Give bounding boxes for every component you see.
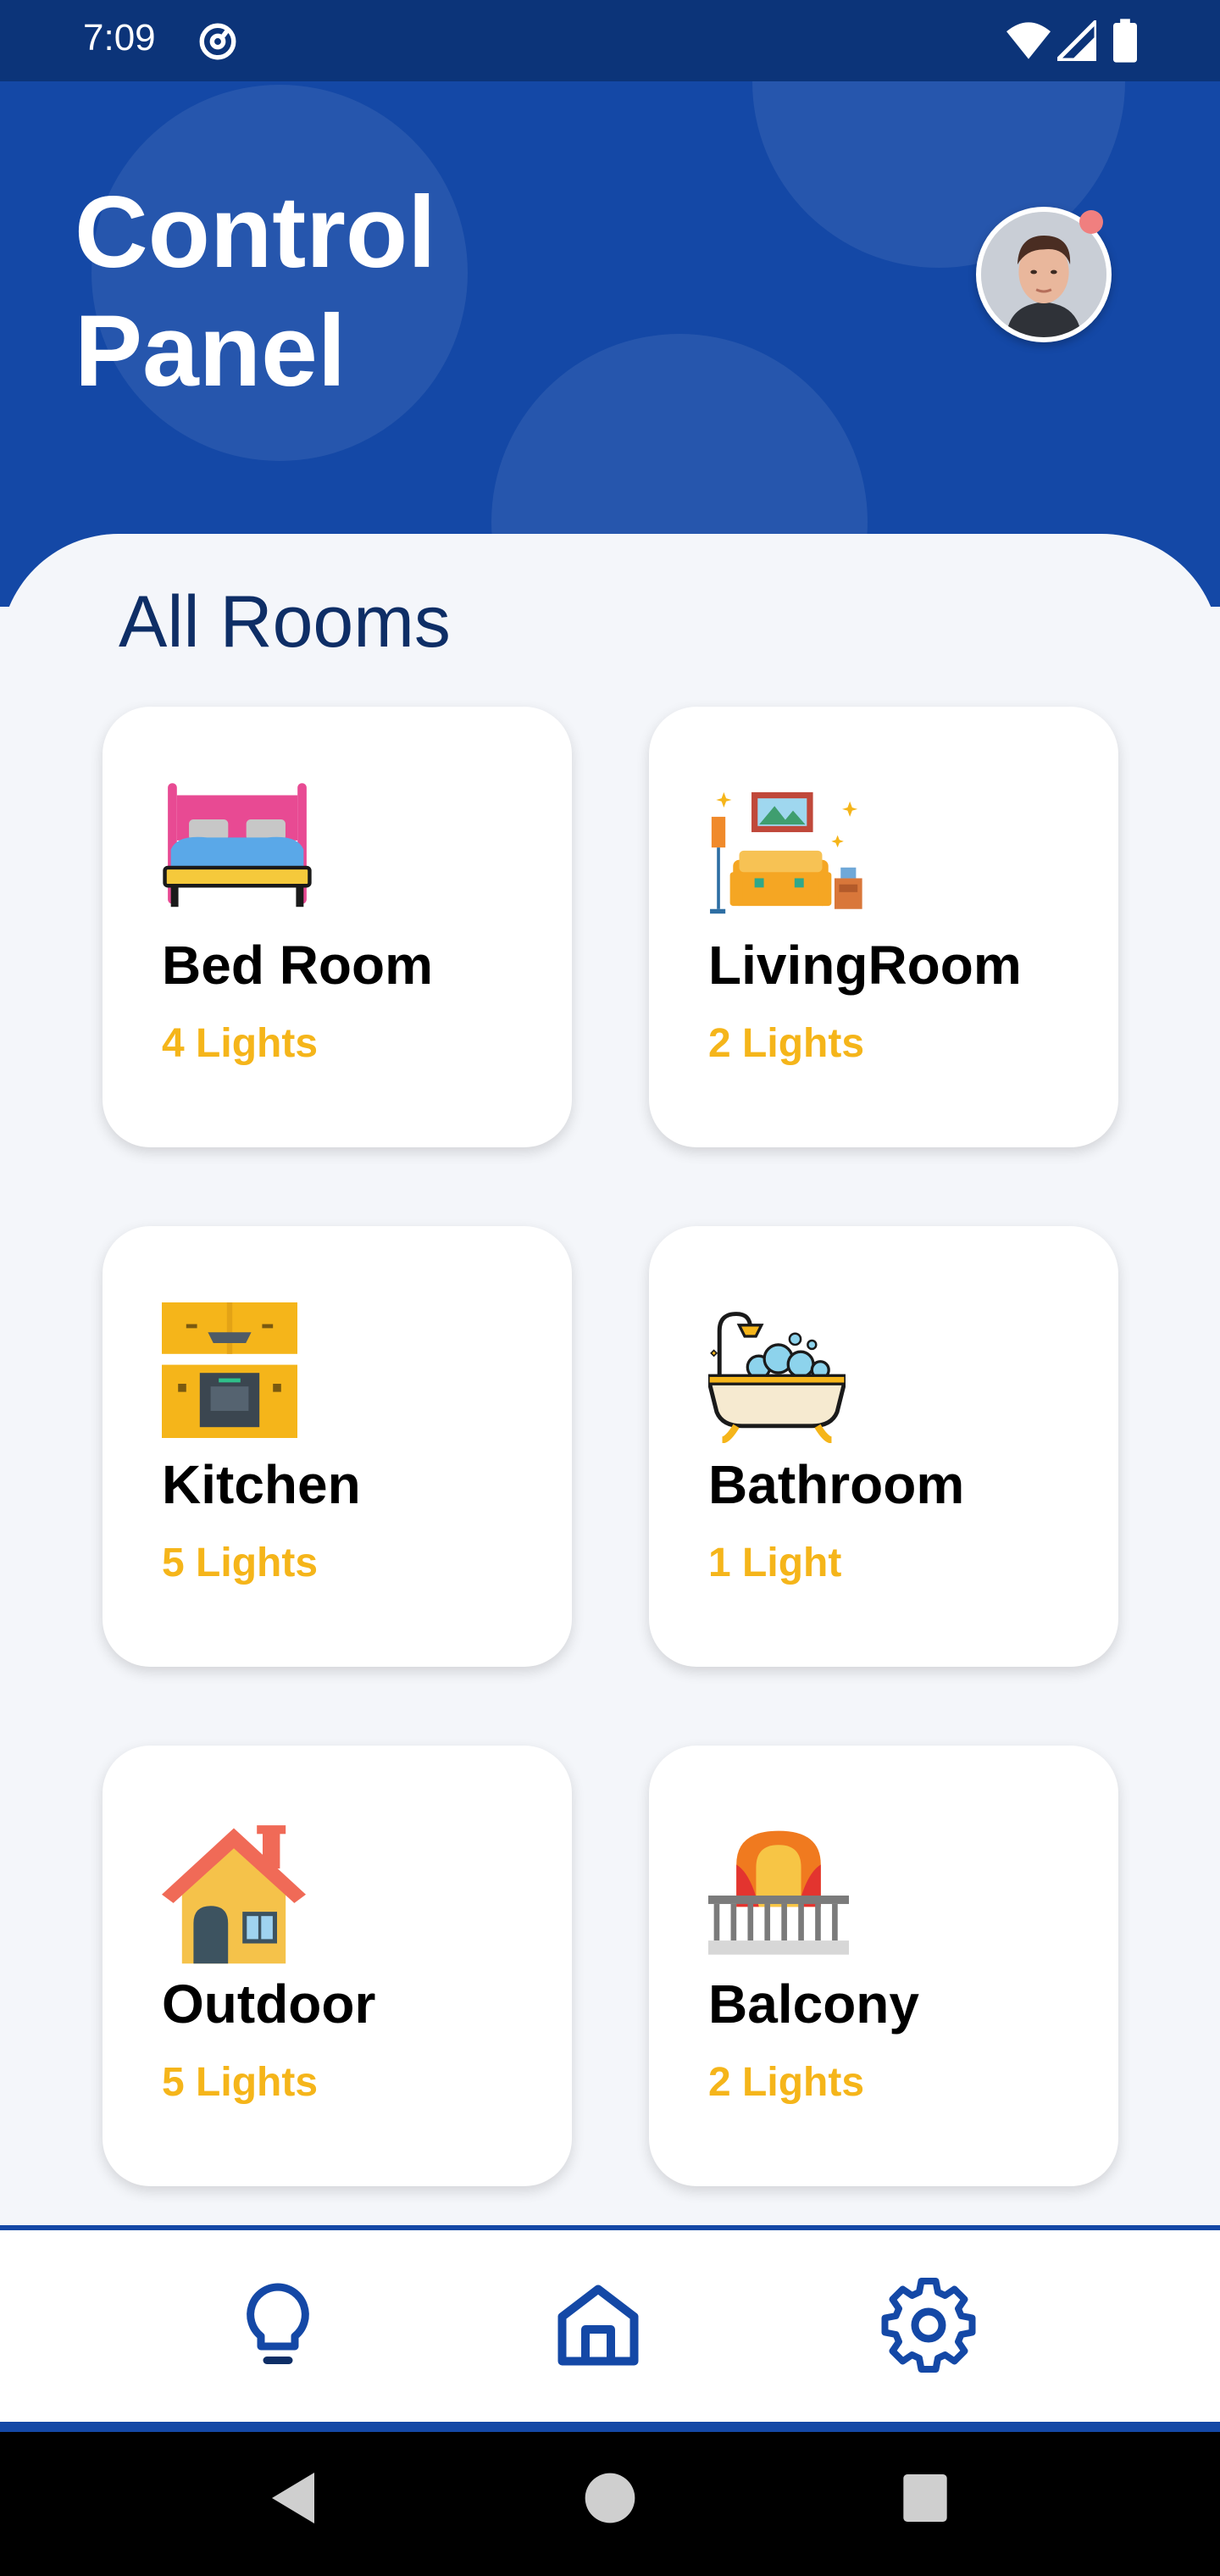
back-icon[interactable]	[268, 2464, 319, 2532]
room-name: Bed Room	[162, 935, 433, 996]
nav-lights-button[interactable]	[227, 2274, 329, 2376]
room-name: Outdoor	[162, 1974, 376, 2035]
bottom-nav	[0, 2230, 1220, 2422]
system-navigation-bar	[0, 2432, 1220, 2576]
page-title: Control Panel	[75, 173, 436, 410]
home-icon	[557, 2285, 639, 2366]
nav-home-button[interactable]	[547, 2274, 649, 2376]
room-card-living-room[interactable]: LivingRoom 2 Lights	[649, 707, 1118, 1147]
room-lights-count: 2 Lights	[708, 1021, 865, 1066]
status-bar: 7:09	[0, 0, 1220, 81]
room-lights-count: 1 Light	[708, 1541, 842, 1585]
status-time: 7:09	[83, 17, 156, 58]
bathtub-icon	[708, 1312, 846, 1443]
room-card-bathroom[interactable]: Bathroom 1 Light	[649, 1226, 1118, 1667]
bed-icon	[163, 783, 312, 908]
room-card-bed-room[interactable]: Bed Room 4 Lights	[103, 707, 572, 1147]
balcony-icon	[708, 1830, 849, 1955]
house-icon	[162, 1825, 306, 1964]
kitchen-icon	[162, 1302, 297, 1438]
section-title: All Rooms	[119, 581, 451, 663]
lightbulb-icon	[247, 2283, 309, 2364]
room-lights-count: 4 Lights	[162, 1021, 319, 1066]
nav-settings-button[interactable]	[878, 2274, 979, 2376]
wifi-icon	[1006, 22, 1051, 59]
settings-gear-icon	[881, 2277, 976, 2373]
page-title-line2: Panel	[75, 294, 347, 408]
signal-icon	[1057, 20, 1096, 61]
room-name: LivingRoom	[708, 935, 1022, 996]
room-name: Balcony	[708, 1974, 919, 2035]
room-card-kitchen[interactable]: Kitchen 5 Lights	[103, 1226, 572, 1667]
battery-icon	[1113, 19, 1137, 63]
living-room-icon	[710, 791, 862, 914]
page-title-line1: Control	[75, 175, 436, 289]
bottom-nav-edge	[0, 2422, 1220, 2432]
room-lights-count: 5 Lights	[162, 2060, 319, 2105]
room-lights-count: 2 Lights	[708, 2060, 865, 2105]
room-card-outdoor[interactable]: Outdoor 5 Lights	[103, 1746, 572, 2186]
at-sign-icon	[199, 23, 236, 60]
recents-icon[interactable]	[901, 2464, 949, 2532]
room-card-balcony[interactable]: Balcony 2 Lights	[649, 1746, 1118, 2186]
notification-dot	[1079, 210, 1103, 234]
home-circle-icon[interactable]	[583, 2464, 637, 2532]
room-name: Bathroom	[708, 1454, 965, 1515]
room-name: Kitchen	[162, 1454, 361, 1515]
header: Control Panel	[0, 81, 1220, 607]
room-lights-count: 5 Lights	[162, 1541, 319, 1585]
